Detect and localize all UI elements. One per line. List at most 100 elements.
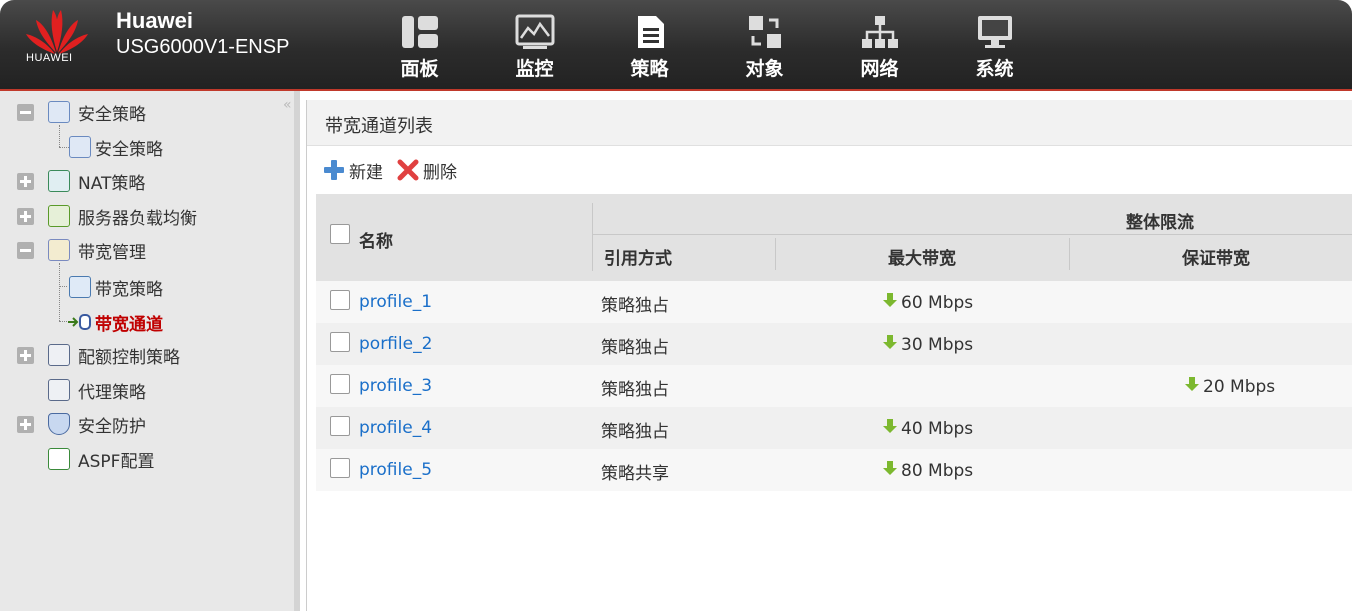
channel-name-link[interactable]: porfile_2 (359, 334, 432, 354)
sidebar-item-security-protection[interactable]: 安全防护 (17, 412, 146, 437)
header-overall-limit: 整体限流 (1126, 213, 1194, 233)
header-guaranteed-bandwidth[interactable]: 保证带宽 (1182, 244, 1250, 269)
sidebar-item-proxy-policy[interactable]: 代理策略 (48, 378, 146, 403)
aspf-icon (48, 448, 70, 470)
sidebar-item-bandwidth-channel[interactable]: 带宽通道 (67, 310, 163, 335)
main-panel: 带宽通道列表 新建 删除 名称 整体限流 引用方式 最大带宽 保证带宽 prof… (306, 100, 1352, 611)
table-row[interactable]: profile_4 策略独占 40 Mbps (316, 407, 1352, 449)
sidebar-item-label: 代理策略 (78, 382, 146, 403)
expand-icon[interactable] (17, 207, 34, 225)
collapse-icon[interactable] (17, 241, 34, 259)
sidebar-item-label: 服务器负载均衡 (78, 208, 197, 229)
nav-label: 网络 (860, 58, 899, 80)
sidebar-item-security-policy-group[interactable]: 安全策略 (17, 100, 146, 125)
sidebar: « 安全策略 安全策略 NAT策略 服务器负载均衡 带宽管理 带宽策略 带宽通道 (0, 91, 300, 611)
new-button[interactable]: 新建 (323, 158, 383, 183)
table-row[interactable]: profile_1 策略独占 60 Mbps (316, 281, 1352, 323)
sidebar-item-nat-policy[interactable]: NAT策略 (17, 169, 145, 194)
nav-objects[interactable]: 对象 (707, 14, 822, 81)
security-policy-icon (48, 101, 70, 123)
nav-policy[interactable]: 策略 (592, 14, 707, 81)
max-bandwidth-value: 40 Mbps (901, 419, 974, 439)
bandwidth-channel-icon (67, 311, 93, 333)
column-divider (1069, 238, 1070, 270)
sidebar-item-label: ASPF配置 (78, 451, 155, 472)
header-name[interactable]: 名称 (359, 227, 393, 252)
bandwidth-policy-icon (69, 276, 91, 298)
sidebar-item-aspf-config[interactable]: ASPF配置 (48, 447, 155, 472)
table-row[interactable]: profile_5 策略共享 80 Mbps (316, 449, 1352, 491)
column-divider (592, 203, 593, 271)
top-header: HUAWEI Huawei USG6000V1-ENSP 面板 监控 策略 对象… (0, 0, 1352, 91)
sidebar-item-label: 带宽管理 (78, 242, 146, 263)
reference-mode: 策略独占 (601, 296, 669, 316)
channel-name-link[interactable]: profile_3 (359, 376, 432, 396)
sidebar-item-label: 配额控制策略 (78, 347, 180, 368)
channel-name-link[interactable]: profile_5 (359, 460, 432, 480)
guaranteed-bandwidth-value: 20 Mbps (1203, 377, 1276, 397)
objects-icon (748, 16, 781, 48)
sidebar-item-server-load-balancing[interactable]: 服务器负载均衡 (17, 204, 197, 229)
collapse-sidebar-icon[interactable]: « (283, 97, 292, 113)
sidebar-item-bandwidth-policy[interactable]: 带宽策略 (69, 275, 163, 300)
row-checkbox[interactable] (330, 374, 350, 394)
tree-line (59, 286, 67, 287)
table-row[interactable]: profile_3 策略独占 20 Mbps (316, 365, 1352, 407)
header-max-bandwidth[interactable]: 最大带宽 (888, 244, 956, 269)
tree-line (59, 321, 67, 322)
table-header: 名称 整体限流 引用方式 最大带宽 保证带宽 (316, 194, 1352, 281)
nav-monitor[interactable]: 监控 (477, 14, 592, 81)
nav-label: 面板 (400, 58, 439, 80)
max-bandwidth: 60 Mbps (882, 293, 973, 313)
delete-button[interactable]: 删除 (397, 158, 457, 183)
sidebar-item-label: 带宽通道 (95, 314, 163, 335)
channel-name-link[interactable]: profile_4 (359, 418, 432, 438)
collapse-icon[interactable] (17, 103, 34, 121)
row-checkbox[interactable] (330, 416, 350, 436)
channel-name-link[interactable]: profile_1 (359, 292, 432, 312)
reference-mode: 策略独占 (601, 338, 669, 358)
expand-icon[interactable] (17, 172, 34, 190)
reference-mode: 策略共享 (601, 464, 669, 484)
toolbar: 新建 删除 (307, 146, 1352, 194)
new-button-label: 新建 (349, 162, 383, 183)
header-reference-mode[interactable]: 引用方式 (604, 244, 672, 269)
sidebar-item-quota-control-policy[interactable]: 配额控制策略 (17, 343, 180, 368)
sidebar-item-security-policy[interactable]: 安全策略 (69, 135, 163, 160)
proxy-policy-icon (48, 379, 70, 401)
max-bandwidth: 40 Mbps (882, 419, 973, 439)
nav-system[interactable]: 系统 (937, 14, 1052, 81)
down-arrow-icon (1185, 377, 1199, 391)
down-arrow-icon (883, 293, 897, 307)
panel-title: 带宽通道列表 (307, 100, 1352, 146)
table-row[interactable]: porfile_2 策略独占 30 Mbps (316, 323, 1352, 365)
row-checkbox[interactable] (330, 332, 350, 352)
row-checkbox[interactable] (330, 458, 350, 478)
network-icon (861, 16, 898, 48)
server-lb-icon (48, 205, 70, 227)
shield-icon (48, 413, 70, 435)
row-checkbox[interactable] (330, 290, 350, 310)
quota-control-icon (48, 344, 70, 366)
logo-text: HUAWEI (26, 52, 73, 64)
expand-icon[interactable] (17, 415, 34, 433)
bandwidth-management-icon (48, 239, 70, 261)
select-all-checkbox[interactable] (330, 224, 350, 244)
tree-line (59, 147, 69, 148)
delete-button-label: 删除 (423, 162, 457, 183)
nav-label: 策略 (630, 58, 669, 80)
nav-dashboard[interactable]: 面板 (362, 14, 477, 81)
nav-network[interactable]: 网络 (822, 14, 937, 81)
down-arrow-icon (883, 419, 897, 433)
dashboard-icon (401, 16, 438, 48)
max-bandwidth-value: 60 Mbps (901, 293, 974, 313)
nav-label: 系统 (975, 58, 1014, 80)
sidebar-item-bandwidth-management[interactable]: 带宽管理 (17, 238, 146, 263)
guaranteed-bandwidth: 20 Mbps (1184, 377, 1275, 397)
monitor-icon (515, 14, 554, 49)
down-arrow-icon (883, 461, 897, 475)
expand-icon[interactable] (17, 346, 34, 364)
nav-label: 对象 (745, 58, 784, 80)
reference-mode: 策略独占 (601, 380, 669, 400)
sidebar-item-label: 安全防护 (78, 416, 146, 437)
